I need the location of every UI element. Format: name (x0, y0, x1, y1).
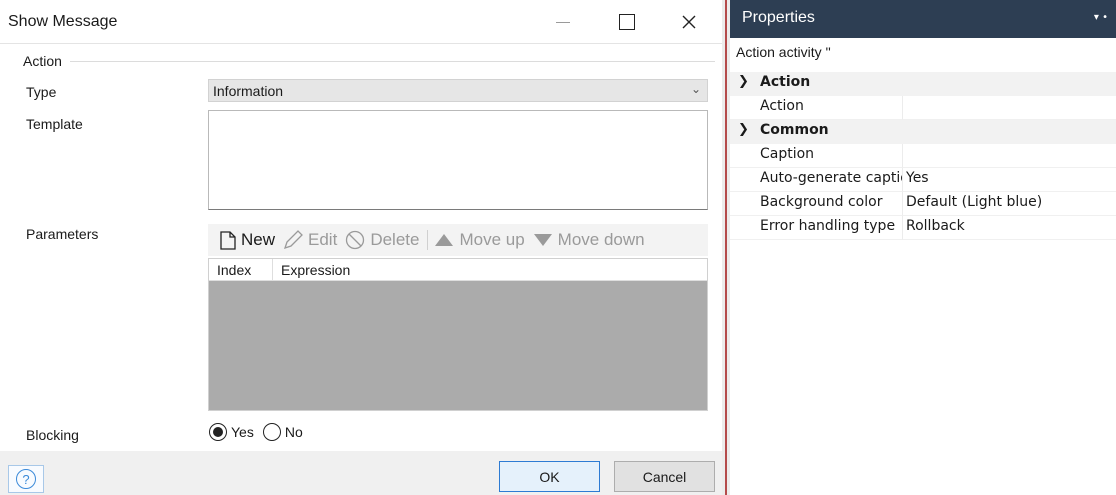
move-up-button-label: Move up (459, 230, 525, 249)
blocking-no-radio[interactable] (262, 423, 281, 441)
radio-selected-dot (213, 427, 223, 437)
property-row-background-color[interactable]: Background color Default (Light blue) (730, 192, 1116, 216)
edit-parameter-button[interactable]: Edit (283, 230, 337, 250)
ok-button[interactable]: OK (499, 461, 600, 492)
properties-header: Properties ▾ • (730, 0, 1116, 38)
toolbar-separator (427, 230, 429, 250)
category-action[interactable]: ❯ Action (730, 72, 1116, 96)
close-icon (682, 15, 696, 29)
category-name: Action (760, 74, 811, 90)
help-button[interactable]: ? (8, 465, 44, 493)
column-header-index[interactable]: Index (209, 259, 273, 281)
category-common[interactable]: ❯ Common (730, 120, 1116, 144)
properties-title: Properties (742, 9, 815, 26)
delete-parameter-button[interactable]: Delete (345, 230, 419, 250)
property-name: Caption (760, 146, 815, 162)
move-down-button[interactable]: Move down (533, 230, 645, 250)
edit-button-label: Edit (308, 230, 338, 249)
dialog-titlebar: Show Message (0, 0, 722, 44)
new-parameter-button[interactable]: New (220, 230, 275, 250)
property-row-caption[interactable]: Caption (730, 144, 1116, 168)
delete-button-label: Delete (370, 230, 420, 249)
move-up-button[interactable]: Move up (434, 230, 525, 250)
pencil-icon (283, 230, 303, 250)
property-name: Error handling type (760, 218, 896, 234)
properties-subtitle: Action activity '' (736, 44, 831, 60)
close-button[interactable] (666, 0, 712, 44)
parameters-grid[interactable]: Index Expression (208, 258, 708, 411)
type-label: Type (26, 84, 57, 100)
properties-panel: Properties ▾ • Action activity '' ❯ Acti… (730, 0, 1116, 495)
property-row-auto-generate-caption[interactable]: Auto-generate caption Yes (730, 168, 1116, 192)
show-message-dialog: Show Message Action Type Information ⌄ T… (0, 0, 722, 495)
property-value[interactable] (902, 144, 1116, 168)
chevron-down-icon: ❯ (738, 122, 749, 137)
property-value[interactable]: Default (Light blue) (902, 192, 1116, 216)
grid-header: Index Expression (209, 259, 707, 281)
minimize-icon (556, 21, 570, 23)
template-label: Template (26, 116, 83, 132)
property-name: Background color (760, 194, 883, 210)
property-name: Action (760, 98, 804, 114)
property-row-action[interactable]: Action (730, 96, 1116, 120)
blocking-yes-label[interactable]: Yes (231, 424, 254, 440)
blocking-label: Blocking (26, 427, 79, 443)
parameters-label: Parameters (26, 226, 99, 242)
column-header-expression[interactable]: Expression (273, 259, 350, 281)
new-button-label: New (241, 230, 276, 249)
question-circle-icon: ? (16, 469, 36, 489)
dialog-footer: ? OK Cancel (0, 451, 722, 495)
dialog-title: Show Message (8, 13, 118, 30)
chevron-down-icon: ⌄ (690, 82, 701, 96)
splitter-accent-line (725, 0, 727, 495)
type-select-value: Information (213, 83, 284, 99)
property-value[interactable] (902, 96, 1116, 120)
maximize-button[interactable] (604, 0, 650, 44)
property-value[interactable]: Yes (902, 168, 1116, 192)
pin-icon[interactable]: ▾ • (1094, 12, 1108, 23)
property-name: Auto-generate caption (760, 170, 902, 186)
group-divider (70, 61, 715, 62)
new-document-icon (220, 230, 236, 250)
blocking-radio-group: Yes No (209, 423, 312, 441)
type-select[interactable]: Information ⌄ (208, 79, 708, 102)
minimize-button[interactable] (540, 0, 586, 44)
blocking-yes-radio[interactable] (209, 423, 227, 441)
property-value[interactable]: Rollback (902, 216, 1116, 240)
triangle-down-icon (533, 233, 553, 247)
group-label-action: Action (23, 53, 62, 69)
template-textarea[interactable] (208, 110, 708, 210)
triangle-up-icon (434, 233, 454, 247)
blocking-no-label[interactable]: No (285, 424, 303, 440)
maximize-icon (619, 14, 635, 30)
chevron-down-icon: ❯ (738, 74, 749, 89)
prohibited-icon (345, 230, 365, 250)
parameters-toolbar: New Edit Delete Move up Move down (208, 224, 708, 256)
move-down-button-label: Move down (557, 230, 645, 249)
property-row-error-handling-type[interactable]: Error handling type Rollback (730, 216, 1116, 240)
category-name: Common (760, 122, 829, 138)
cancel-button[interactable]: Cancel (614, 461, 715, 492)
